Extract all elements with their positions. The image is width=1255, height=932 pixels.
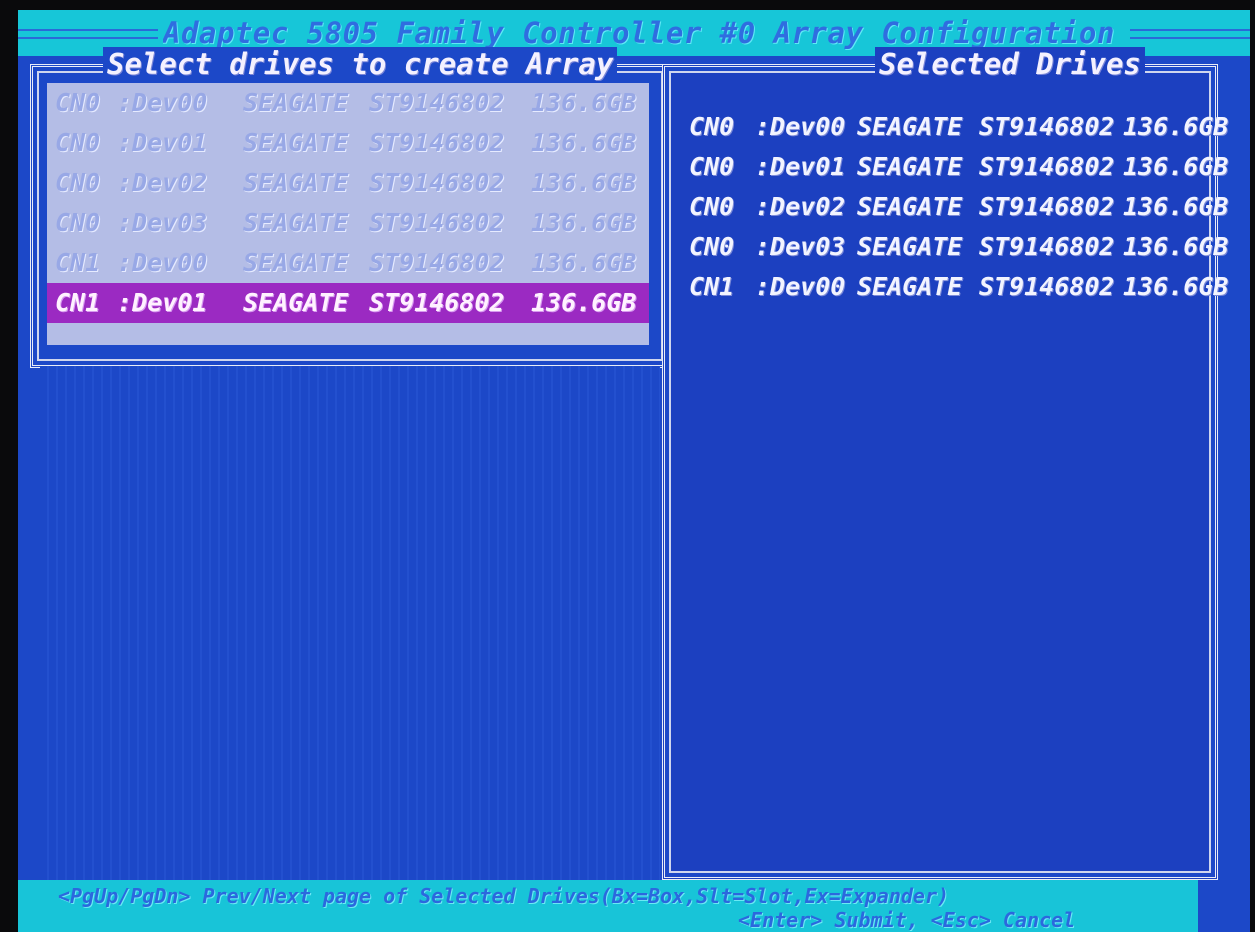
drive-device: :Dev01 <box>755 152 846 181</box>
available-drives-list[interactable]: CN0 :Dev00 SEAGATE ST9146802 136.6GB CN0… <box>47 83 649 345</box>
drive-size: 136.6GB <box>531 128 637 157</box>
drive-model: ST9146802 <box>369 288 505 317</box>
drive-size: 136.6GB <box>531 208 637 237</box>
drive-model: ST9146802 <box>979 112 1115 141</box>
drive-vendor: SEAGATE <box>857 272 963 301</box>
drive-row-cn0-dev00[interactable]: CN0 :Dev00 SEAGATE ST9146802 136.6GB <box>47 83 649 123</box>
drive-size: 136.6GB <box>1123 192 1229 221</box>
drive-vendor: SEAGATE <box>857 112 963 141</box>
drive-device: :Dev00 <box>117 248 208 277</box>
drive-model: ST9146802 <box>369 128 505 157</box>
drive-device: :Dev00 <box>117 88 208 117</box>
drive-model: ST9146802 <box>979 272 1115 301</box>
drive-size: 136.6GB <box>1123 152 1229 181</box>
drive-vendor: SEAGATE <box>857 232 963 261</box>
drive-vendor: SEAGATE <box>243 168 349 197</box>
select-drives-panel-title: Select drives to create Array <box>103 47 618 81</box>
selected-drive-row[interactable]: CN0 :Dev02 SEAGATE ST9146802 136.6GB <box>689 187 1228 227</box>
drive-device: :Dev00 <box>755 112 846 141</box>
drive-vendor: SEAGATE <box>243 248 349 277</box>
selected-drive-row[interactable]: CN0 :Dev00 SEAGATE ST9146802 136.6GB <box>689 107 1228 147</box>
drive-device: :Dev03 <box>117 208 208 237</box>
empty-background-area <box>40 366 660 902</box>
drive-device: :Dev02 <box>117 168 208 197</box>
drive-device: :Dev03 <box>755 232 846 261</box>
select-drives-panel: Select drives to create Array CN0 :Dev00… <box>30 47 670 368</box>
drive-device: :Dev01 <box>117 128 208 157</box>
drive-channel: CN0 <box>55 128 101 157</box>
selected-drive-row[interactable]: CN1 :Dev00 SEAGATE ST9146802 136.6GB <box>689 267 1228 307</box>
drive-size: 136.6GB <box>1123 232 1229 261</box>
bios-screen: Adaptec 5805 Family Controller #0 Array … <box>18 10 1250 932</box>
drive-row-cn1-dev00[interactable]: CN1 :Dev00 SEAGATE ST9146802 136.6GB <box>47 243 649 283</box>
drive-channel: CN1 <box>55 248 101 277</box>
drive-device: :Dev00 <box>755 272 846 301</box>
drive-channel: CN0 <box>689 192 735 221</box>
drive-vendor: SEAGATE <box>857 192 963 221</box>
drive-channel: CN0 <box>689 232 735 261</box>
drive-model: ST9146802 <box>979 192 1115 221</box>
drive-vendor: SEAGATE <box>243 208 349 237</box>
drive-channel: CN1 <box>689 272 735 301</box>
drive-model: ST9146802 <box>369 88 505 117</box>
drive-vendor: SEAGATE <box>243 288 349 317</box>
drive-channel: CN0 <box>689 152 735 181</box>
status-bar: <PgUp/PgDn> Prev/Next page of Selected D… <box>18 880 1198 932</box>
drive-row-cn1-dev01-highlighted[interactable]: CN1 :Dev01 SEAGATE ST9146802 136.6GB <box>47 283 649 323</box>
drive-model: ST9146802 <box>979 152 1115 181</box>
drive-size: 136.6GB <box>531 88 637 117</box>
drive-size: 136.6GB <box>531 248 637 277</box>
drive-row-cn0-dev03[interactable]: CN0 :Dev03 SEAGATE ST9146802 136.6GB <box>47 203 649 243</box>
selected-drive-row[interactable]: CN0 :Dev03 SEAGATE ST9146802 136.6GB <box>689 227 1228 267</box>
drive-model: ST9146802 <box>369 168 505 197</box>
drive-model: ST9146802 <box>369 208 505 237</box>
drive-model: ST9146802 <box>369 248 505 277</box>
drive-size: 136.6GB <box>1123 112 1229 141</box>
drive-vendor: SEAGATE <box>243 128 349 157</box>
drive-channel: CN0 <box>55 88 101 117</box>
drive-vendor: SEAGATE <box>243 88 349 117</box>
drive-device: :Dev01 <box>117 288 208 317</box>
key-hint-paging: <PgUp/PgDn> Prev/Next page of Selected D… <box>58 884 950 908</box>
drive-size: 136.6GB <box>531 288 637 317</box>
drive-row-cn0-dev01[interactable]: CN0 :Dev01 SEAGATE ST9146802 136.6GB <box>47 123 649 163</box>
utility-title: Adaptec 5805 Family Controller #0 Array … <box>163 16 1123 50</box>
drive-size: 136.6GB <box>531 168 637 197</box>
drive-device: :Dev02 <box>755 192 846 221</box>
drive-size: 136.6GB <box>1123 272 1229 301</box>
drive-model: ST9146802 <box>979 232 1115 261</box>
drive-channel: CN0 <box>689 112 735 141</box>
selected-drives-panel-title: Selected Drives <box>875 47 1145 81</box>
title-rule-left <box>18 29 158 39</box>
title-rule-right <box>1130 29 1250 39</box>
selected-drive-row[interactable]: CN0 :Dev01 SEAGATE ST9146802 136.6GB <box>689 147 1228 187</box>
selected-drives-panel: Selected Drives CN0 :Dev00 SEAGATE ST914… <box>662 47 1228 880</box>
drive-row-cn0-dev02[interactable]: CN0 :Dev02 SEAGATE ST9146802 136.6GB <box>47 163 649 203</box>
drive-channel: CN0 <box>55 168 101 197</box>
drive-vendor: SEAGATE <box>857 152 963 181</box>
key-hint-submit-cancel: <Enter> Submit, <Esc> Cancel <box>738 908 1076 932</box>
drive-channel: CN1 <box>55 288 101 317</box>
drive-channel: CN0 <box>55 208 101 237</box>
